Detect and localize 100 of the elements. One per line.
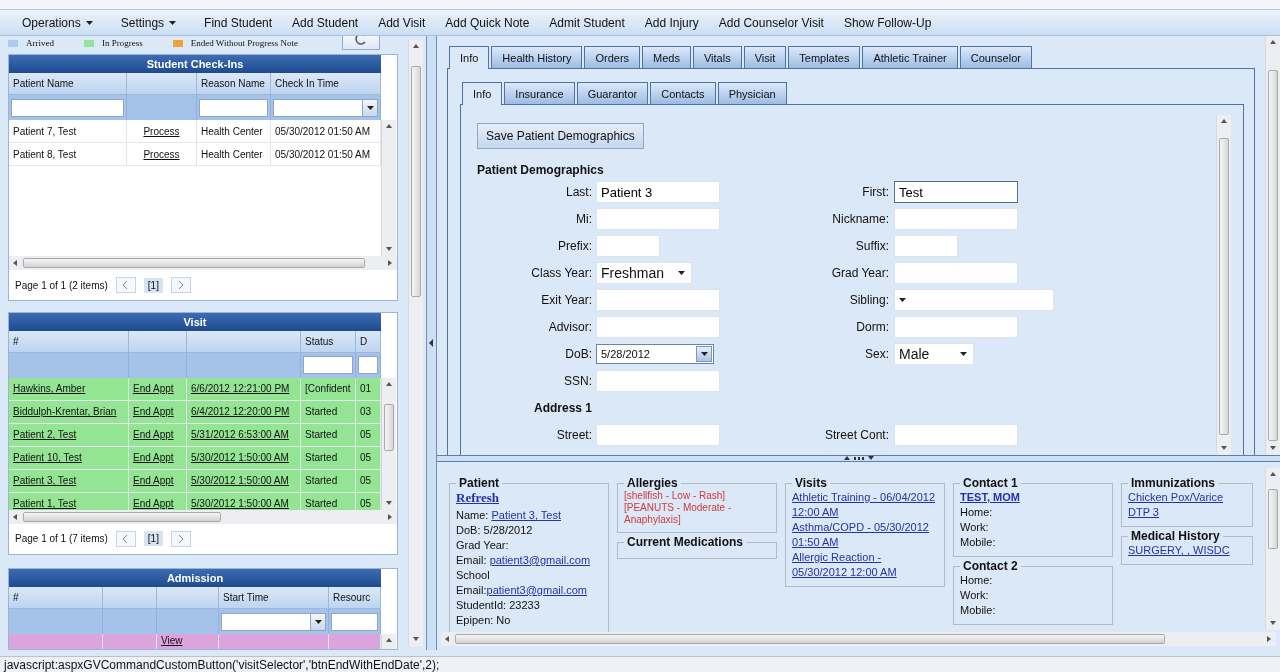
toolbar-button[interactable]: Add Student	[282, 10, 369, 35]
tab[interactable]: Health History	[491, 46, 583, 68]
tab[interactable]: Guarantor	[576, 82, 649, 104]
table-link[interactable]: Biddulph-Krentar, Brian	[13, 406, 117, 418]
toolbar-button[interactable]: Add Quick Note	[435, 10, 540, 35]
link[interactable]: DTP 3	[1128, 505, 1246, 520]
table-cell: Patient 7, Test	[13, 125, 77, 137]
table-link[interactable]: 6/4/2012 12:20:00 PM	[191, 406, 290, 418]
text-field[interactable]: Patient 3	[596, 181, 720, 203]
table-cell: Health Center	[201, 148, 263, 160]
link[interactable]: Patient 3, Test	[491, 509, 561, 521]
toolbar-button[interactable]: Add Injury	[634, 10, 709, 35]
section-heading: Address 1	[532, 401, 593, 415]
refresh-link[interactable]: Refresh	[456, 490, 602, 506]
table-link[interactable]: Hawkins, Amber	[13, 383, 86, 395]
panel-title: Visits	[794, 476, 828, 490]
tab[interactable]: Templates	[788, 46, 861, 68]
table-cell: 05/30/2012 01:50 AM	[275, 148, 371, 160]
tab[interactable]: Athletic Trainer	[862, 46, 958, 68]
table-link[interactable]: End Appt	[133, 406, 174, 418]
tab[interactable]: Orders	[584, 46, 641, 68]
toolbar-button[interactable]: Admit Student	[539, 10, 635, 35]
table-link[interactable]: Patient 2, Test	[13, 429, 77, 441]
table-row[interactable]: View	[9, 634, 381, 649]
table-cell: 01	[360, 383, 372, 395]
tab[interactable]: Vitals	[692, 46, 742, 68]
table-link[interactable]: End Appt	[133, 383, 174, 395]
table-link[interactable]: End Appt	[133, 429, 174, 441]
field-label: Sex:	[864, 347, 890, 361]
tab[interactable]: Counselor	[959, 46, 1032, 68]
link[interactable]: Chicken Pox/Varice	[1128, 490, 1246, 505]
grid-title: Student Check-Ins	[9, 55, 381, 74]
table-link[interactable]: 6/6/2012 12:21:00 PM	[191, 383, 290, 395]
table-row[interactable]: Hawkins, Amber End Appt 6/6/2012 12:21:00 PM [Confident 01	[9, 377, 381, 401]
toolbar-button[interactable]: Add Visit	[368, 10, 436, 35]
table-row[interactable]: Biddulph-Krentar, Brian End Appt 6/4/2012 12:20:00 PM Started 03	[9, 400, 381, 424]
link[interactable]: Allergic Reaction - 05/30/2012 12:00 AM	[792, 550, 938, 580]
tab[interactable]: Meds	[642, 46, 691, 68]
contact-link[interactable]: TEST, MOM	[960, 491, 1020, 503]
text-field[interactable]: Test	[894, 181, 1018, 203]
table-row[interactable]: Patient 3, Test End Appt 5/30/2012 1:50:00 AM Started 05	[9, 469, 381, 493]
table-cell: Started	[305, 475, 338, 487]
column-header[interactable]: #	[9, 330, 129, 353]
table-cell: 05	[360, 475, 372, 487]
info-line: StudentId: 23233	[456, 598, 541, 613]
tab[interactable]: Info	[462, 82, 503, 105]
field-label: DoB:	[564, 347, 593, 361]
allergy-text: [shellfish - Low - Rash][PEANUTS - Moderate - Anaphylaxis]	[624, 490, 733, 526]
table-link[interactable]: Patient 3, Test	[13, 475, 77, 487]
field-label: Grad Year:	[830, 266, 890, 280]
current-page[interactable]: [1]	[143, 531, 163, 547]
current-page[interactable]: [1]	[143, 277, 163, 293]
table-link[interactable]: End Appt	[133, 475, 174, 487]
link[interactable]: Athletic Training - 06/04/2012 12:00 AM	[792, 490, 938, 520]
table-row[interactable]: Patient 8, Test Process Health Center 05/30/2012 01:50 AM	[9, 143, 381, 167]
save-button[interactable]: Save Patient Demographics	[477, 123, 644, 149]
dropdown-field[interactable]: Freshman	[596, 262, 692, 284]
table-link[interactable]: End Appt	[133, 452, 174, 464]
table-link[interactable]: Patient 1, Test	[13, 498, 77, 510]
tab[interactable]: Insurance	[504, 82, 575, 104]
panel-title: Patient	[458, 476, 500, 490]
table-row[interactable]: Patient 2, Test End Appt 5/31/2012 6:53:00 AM Started 05	[9, 423, 381, 447]
date-field[interactable]: 5/28/2012	[596, 344, 714, 364]
table-link[interactable]: View	[161, 635, 183, 646]
link[interactable]: patient3@gmail.com	[486, 584, 587, 596]
toolbar-button[interactable]: Show Follow-Up	[833, 10, 942, 35]
section-title: Patient Demographics	[477, 163, 605, 177]
info-line: Email: patient3@gmail.com	[456, 553, 592, 568]
toolbar-button[interactable]: Find Student	[194, 10, 283, 35]
tab[interactable]: Info	[449, 46, 490, 69]
table-link[interactable]: 5/30/2012 1:50:00 AM	[191, 475, 289, 487]
status-text: javascript:aspxGVCommandCustomButton('visitSelector','btnEndWithEndDate',2);	[0, 656, 1280, 672]
panel-title: Immunizations	[1130, 476, 1216, 490]
info-line: Home:	[960, 505, 994, 520]
tab[interactable]: Contacts	[650, 82, 716, 104]
table-link[interactable]: Process	[143, 125, 180, 137]
table-link[interactable]: 5/31/2012 6:53:00 AM	[191, 429, 289, 441]
table-link[interactable]: End Appt	[133, 498, 174, 510]
table-row[interactable]: Patient 7, Test Process Health Center 05/30/2012 01:50 AM	[9, 120, 381, 144]
table-link[interactable]: Process	[143, 148, 180, 160]
column-header[interactable]: D	[356, 330, 381, 353]
menu-button[interactable]: Settings	[110, 10, 187, 35]
table-link[interactable]: 5/30/2012 1:50:00 AM	[191, 452, 289, 464]
link[interactable]: Asthma/COPD - 05/30/2012 01:50 AM	[792, 520, 938, 550]
table-link[interactable]: 5/30/2012 1:50:00 AM	[191, 498, 289, 510]
dropdown-field[interactable]: Male	[894, 343, 974, 365]
panel-title: Current Medications	[626, 535, 744, 549]
link[interactable]: patient3@gmail.com	[489, 554, 591, 566]
tab[interactable]: Physician	[717, 82, 787, 104]
link[interactable]: SURGERY, , WISDC	[1128, 543, 1246, 558]
column-header[interactable]: Status	[301, 330, 356, 353]
table-cell: Started	[305, 406, 338, 418]
tab[interactable]: Visit	[743, 46, 787, 68]
field-label: Suffix:	[854, 239, 890, 253]
table-row[interactable]: Patient 10, Test End Appt 5/30/2012 1:50:00 AM Started 05	[9, 446, 381, 470]
table-link[interactable]: Patient 10, Test	[13, 452, 82, 464]
toolbar-button[interactable]: Add Counselor Visit	[708, 10, 834, 35]
field-label: Advisor:	[547, 320, 593, 334]
info-line: Grad Year:	[456, 538, 510, 553]
menu-button[interactable]: Operations	[12, 10, 103, 35]
